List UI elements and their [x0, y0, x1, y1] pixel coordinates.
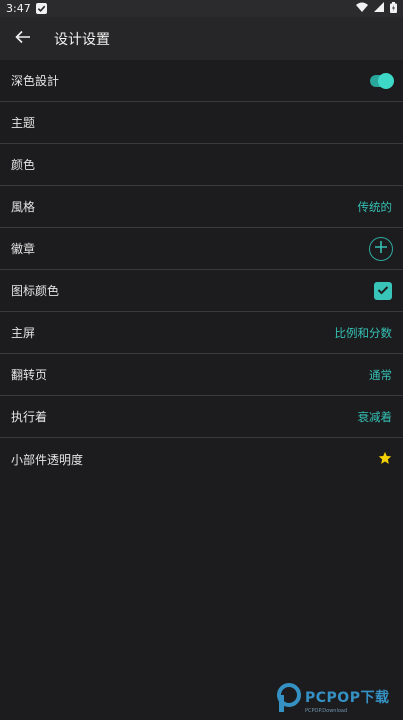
watermark: PCPOP下载 PCPOP.Download: [276, 683, 400, 717]
status-bar: 3:47: [0, 0, 403, 17]
setting-label: 颜色: [11, 158, 36, 172]
status-icons: [356, 1, 397, 16]
setting-performer[interactable]: 执行着 衰减着: [0, 396, 403, 438]
back-button[interactable]: [0, 17, 46, 60]
status-time: 3:47: [6, 2, 31, 15]
setting-label: 执行着: [11, 410, 48, 424]
setting-label: 主题: [11, 116, 36, 130]
style-value: 传统的: [357, 199, 393, 214]
add-badge-button[interactable]: [369, 236, 393, 261]
setting-dark-design[interactable]: 深色設計: [0, 60, 403, 102]
watermark-brand: PCPOP下载: [305, 689, 390, 706]
setting-widget-opacity[interactable]: 小部件透明度: [0, 438, 403, 480]
settings-list: 深色設計 主题 颜色 風格 传统的 徽章 图标颜色 主屏 比例和分数 翻转页 通…: [0, 60, 403, 480]
checkmark-icon: [377, 284, 389, 298]
home-screen-value: 比例和分数: [334, 325, 393, 340]
wifi-icon: [356, 2, 368, 15]
setting-flip-page[interactable]: 翻转页 通常: [0, 354, 403, 396]
signal-icon: [374, 2, 384, 15]
battery-icon: [390, 1, 397, 16]
pcpop-logo-icon: [276, 683, 302, 717]
app-bar: 设计设置: [0, 17, 403, 60]
watermark-sub: PCPOP.Download: [305, 707, 348, 714]
arrow-left-icon: [15, 29, 31, 48]
setting-color[interactable]: 颜色: [0, 144, 403, 186]
setting-label: 主屏: [11, 326, 36, 340]
setting-theme[interactable]: 主题: [0, 102, 403, 144]
setting-label: 深色設計: [11, 74, 60, 88]
notification-check-icon: [35, 3, 47, 14]
setting-label: 翻转页: [11, 368, 48, 382]
icon-color-checkbox[interactable]: [374, 281, 392, 300]
flip-page-value: 通常: [369, 367, 392, 382]
setting-label: 徽章: [11, 242, 36, 256]
setting-home-screen[interactable]: 主屏 比例和分数: [0, 312, 403, 354]
performer-value: 衰减着: [357, 409, 393, 424]
setting-label: 小部件透明度: [11, 452, 84, 467]
setting-label: 風格: [11, 200, 36, 214]
dark-design-toggle[interactable]: [370, 72, 394, 89]
star-icon[interactable]: [378, 451, 392, 468]
setting-label: 图标颜色: [11, 284, 60, 298]
setting-style[interactable]: 風格 传统的: [0, 186, 403, 228]
setting-icon-color[interactable]: 图标颜色: [0, 270, 403, 312]
setting-badge[interactable]: 徽章: [0, 228, 403, 270]
page-title: 设计设置: [54, 31, 110, 48]
plus-icon: [374, 240, 388, 257]
